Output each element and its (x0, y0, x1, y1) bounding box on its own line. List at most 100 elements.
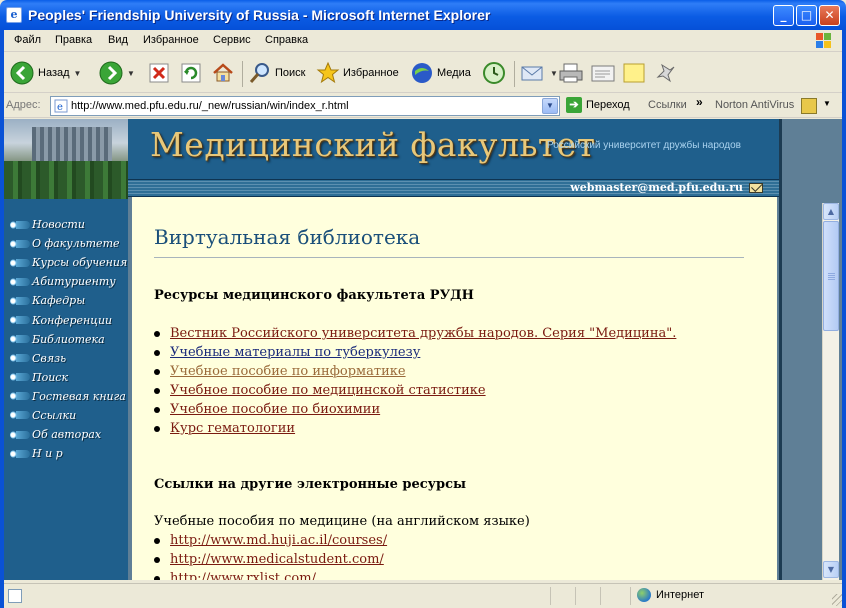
home-icon (213, 63, 233, 82)
scroll-up-button[interactable]: ▲ (823, 203, 839, 220)
status-pane-divider (600, 587, 601, 605)
close-button[interactable]: ✕ (819, 5, 840, 26)
menu-favorites[interactable]: Избранное (143, 34, 199, 46)
main-content: Виртуальная библиотека Ресурсы медицинск… (132, 197, 777, 580)
minimize-button[interactable]: _ (773, 5, 794, 26)
resource-link-hematology[interactable]: Курс гематологии (170, 421, 295, 436)
status-pane-divider (630, 587, 631, 605)
bullet-icon (154, 556, 160, 563)
resource-link-biochemistry[interactable]: Учебное пособие по биохимии (170, 402, 380, 417)
menu-edit[interactable]: Правка (55, 34, 92, 46)
scroll-down-button[interactable]: ▼ (823, 561, 839, 578)
nav-item-applicants[interactable]: Абитуриенту (4, 272, 128, 291)
page-viewport: Медицинский факультет Российский универс… (4, 119, 822, 580)
resource-link-statistics[interactable]: Учебное пособие по медицинской статистик… (170, 383, 486, 398)
status-pane-divider (575, 587, 576, 605)
mail-icon (521, 66, 543, 81)
norton-dropdown-icon[interactable]: ▼ (823, 99, 831, 108)
back-dropdown-icon[interactable]: ▼ (74, 69, 82, 78)
maximize-button[interactable]: □ (796, 5, 817, 26)
links-label[interactable]: Ссылки (648, 99, 687, 111)
section-heading-external: Ссылки на другие электронные ресурсы (154, 477, 467, 492)
address-dropdown-icon[interactable]: ▼ (542, 98, 558, 114)
external-link-medicalstudent[interactable]: http://www.medicalstudent.com/ (170, 552, 384, 567)
media-button[interactable]: Медиа (410, 59, 471, 87)
list-item: http://www.rxlist.com/ (154, 569, 387, 580)
envelope-icon[interactable] (749, 183, 763, 193)
messenger-button[interactable] (654, 59, 678, 87)
discuss-button[interactable] (622, 59, 646, 87)
trees-shape (4, 161, 128, 199)
vertical-scrollbar[interactable]: ▲ ▼ (822, 203, 839, 580)
nav-bullet-icon (10, 316, 30, 325)
nav-item-links[interactable]: Ссылки (4, 406, 128, 425)
security-zone-label: Интернет (656, 589, 704, 601)
nav-item-research[interactable]: Н и р (4, 444, 128, 463)
norton-antivirus-label[interactable]: Norton AntiVirus (715, 99, 794, 111)
mail-button[interactable]: ▼ (520, 59, 558, 87)
messenger-icon (656, 63, 675, 83)
nav-item-authors[interactable]: Об авторах (4, 425, 128, 444)
nav-bullet-icon (10, 277, 30, 286)
section-heading-resources: Ресурсы медицинского факультета РУДН (154, 288, 474, 303)
ie-page-icon (8, 589, 22, 603)
site-subtitle: Российский университет дружбы народов (547, 140, 741, 151)
stop-button[interactable] (148, 59, 170, 87)
refresh-icon (181, 63, 201, 83)
bullet-icon (154, 387, 160, 394)
resource-link-informatics[interactable]: Учебное пособие по информатике (170, 364, 406, 379)
nav-bullet-icon (10, 430, 30, 439)
nav-bullet-icon (10, 258, 30, 267)
email-strip: webmaster@med.pfu.edu.ru (128, 179, 779, 197)
go-arrow-icon: ➔ (566, 97, 582, 113)
history-icon (483, 62, 505, 84)
external-link-huji[interactable]: http://www.md.huji.ac.il/courses/ (170, 533, 387, 548)
forward-button[interactable]: ▼ (99, 59, 135, 87)
nav-item-conferences[interactable]: Конференции (4, 310, 128, 329)
edit-button[interactable] (590, 59, 616, 87)
print-button[interactable] (558, 59, 584, 87)
site-title: Медицинский факультет (150, 125, 596, 164)
address-label: Адрес: (6, 99, 41, 111)
windows-logo-icon (816, 33, 831, 48)
menu-tools[interactable]: Сервис (213, 34, 251, 46)
nav-item-news[interactable]: Новости (4, 215, 128, 234)
list-item: Учебное пособие по медицинской статистик… (154, 381, 676, 400)
nav-item-about[interactable]: О факультете (4, 234, 128, 253)
forward-arrow-icon (99, 61, 123, 85)
nav-item-departments[interactable]: Кафедры (4, 291, 128, 310)
resource-link-vestnik[interactable]: Вестник Российского университета дружбы … (170, 326, 676, 341)
links-chevron-icon[interactable]: » (696, 95, 703, 109)
menu-file[interactable]: Файл (14, 34, 41, 46)
scroll-thumb[interactable] (823, 221, 839, 331)
external-link-rxlist[interactable]: http://www.rxlist.com/ (170, 571, 316, 580)
address-input[interactable]: e http://www.med.pfu.edu.ru/_new/russian… (50, 96, 560, 116)
go-button[interactable]: ➔ Переход (566, 97, 630, 113)
refresh-button[interactable] (180, 59, 202, 87)
favorites-button[interactable]: Избранное (316, 59, 399, 87)
webmaster-email-link[interactable]: webmaster@med.pfu.edu.ru (570, 181, 743, 194)
back-button[interactable]: Назад ▼ (10, 59, 81, 87)
bullet-icon (154, 330, 160, 337)
forward-dropdown-icon[interactable]: ▼ (127, 69, 135, 78)
norton-icon[interactable] (801, 98, 817, 114)
nav-item-contact[interactable]: Связь (4, 349, 128, 368)
nav-bullet-icon (10, 392, 30, 401)
menu-help[interactable]: Справка (265, 34, 308, 46)
nav-item-courses[interactable]: Курсы обучения (4, 253, 128, 272)
menu-view[interactable]: Вид (108, 34, 128, 46)
search-button[interactable]: Поиск (248, 59, 305, 87)
home-button[interactable] (211, 59, 235, 87)
nav-item-guestbook[interactable]: Гостевая книга (4, 387, 128, 406)
nav-bullet-icon (10, 354, 30, 363)
list-item: Курс гематологии (154, 419, 676, 438)
nav-item-library[interactable]: Библиотека (4, 330, 128, 349)
list-item: Вестник Российского университета дружбы … (154, 324, 676, 343)
resource-link-tuberculosis[interactable]: Учебные материалы по туберкулезу (170, 345, 420, 360)
toolbar-separator (514, 61, 515, 87)
nav-item-search[interactable]: Поиск (4, 368, 128, 387)
mail-dropdown-icon[interactable]: ▼ (550, 69, 558, 78)
university-building-photo (4, 119, 128, 199)
stop-icon (149, 63, 169, 83)
history-button[interactable] (482, 59, 506, 87)
